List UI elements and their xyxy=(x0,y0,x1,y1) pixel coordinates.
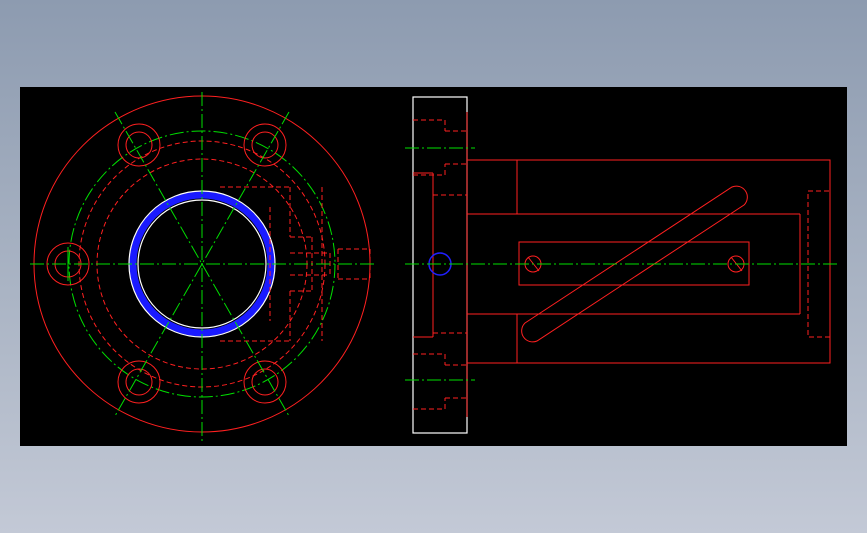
flange-plate-outline xyxy=(412,96,468,434)
bolt-hole-top-right xyxy=(243,123,287,167)
bolt-hole-bottom-right xyxy=(243,360,287,404)
bolt-hole-bottom-left xyxy=(117,360,161,404)
cad-drawing-canvas[interactable] xyxy=(20,87,847,446)
hidden-bolt-hole-bottom xyxy=(413,353,467,410)
cad-drawing xyxy=(30,92,838,442)
flange-front-view xyxy=(30,92,375,442)
flange-side-view xyxy=(405,96,838,434)
bolt-hole-top-left xyxy=(117,123,161,167)
